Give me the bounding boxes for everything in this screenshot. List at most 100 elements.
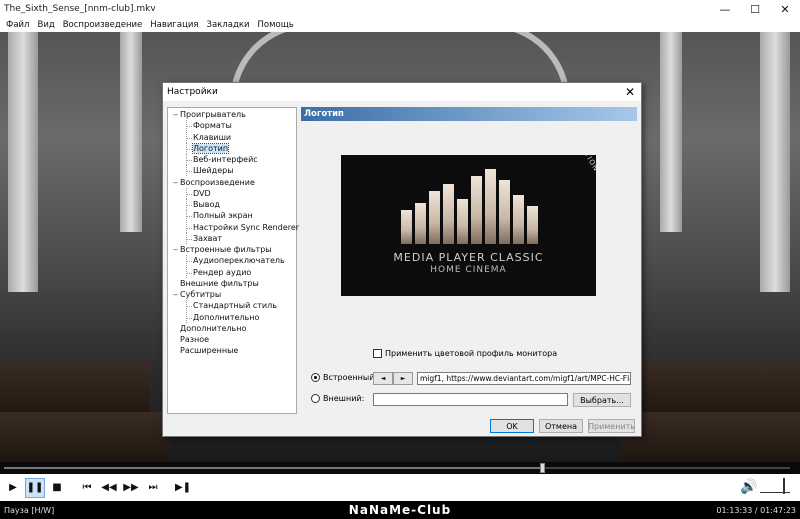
builtin-logo-option[interactable]: Встроенный: — [311, 373, 377, 382]
tree-item[interactable]: Рендер аудио — [168, 266, 296, 278]
menu-navigate[interactable]: Навигация — [146, 20, 202, 30]
logo-bar — [471, 176, 482, 244]
page-title: Логотип — [301, 107, 637, 121]
tree-item-label: Дополнительно — [193, 312, 260, 322]
logo-bar — [513, 195, 524, 244]
window-title: The_Sixth_Sense_[nnm-club].mkv — [4, 4, 156, 14]
logo-bar — [415, 203, 426, 244]
dialog-title-bar: Настройки ✕ — [163, 83, 641, 101]
tree-item[interactable]: Шейдеры — [168, 165, 296, 177]
tree-item[interactable]: Дополнительно — [168, 311, 296, 323]
tree-item[interactable]: Настройки Sync Renderer — [168, 221, 299, 233]
tree-item-label: Захват — [193, 233, 223, 243]
next-icon[interactable]: ⏭ — [143, 478, 163, 498]
tree-item[interactable]: Логотип — [168, 142, 296, 154]
logo-bar — [443, 184, 454, 244]
seek-track[interactable] — [4, 467, 790, 469]
tree-item[interactable]: Разное — [168, 334, 296, 345]
playback-state: Пауза [H/W] — [4, 505, 55, 515]
tree-item-label: Рендер аудио — [193, 267, 252, 277]
tree-item-label: Встроенные фильтры — [180, 245, 272, 254]
menu-favorites[interactable]: Закладки — [203, 20, 254, 30]
tree-item-label: Шейдеры — [193, 166, 234, 176]
tree-item-label: Аудиопереключатель — [193, 256, 285, 266]
tree-item[interactable]: Аудиопереключатель — [168, 255, 296, 267]
video-pillar — [660, 32, 682, 232]
external-logo-field[interactable] — [373, 393, 568, 406]
video-pillar — [8, 32, 38, 292]
external-radio[interactable] — [311, 394, 320, 403]
logo-bar — [499, 180, 510, 244]
stop-icon[interactable]: ■ — [47, 478, 67, 498]
tree-item-label: Проигрыватель — [180, 110, 246, 119]
tree-item-label: Внешние фильтры — [180, 278, 259, 288]
menu-bar: Файл Вид Воспроизведение Навигация Закла… — [0, 18, 800, 32]
logo-prev-button[interactable]: ◄ — [373, 372, 393, 385]
speaker-icon[interactable]: 🔊 — [740, 479, 760, 495]
time-display: 01:13:33 / 01:47:23 — [716, 505, 796, 515]
tree-item[interactable]: Веб-интерфейс — [168, 154, 296, 166]
tree-item[interactable]: Дополнительно — [168, 323, 296, 334]
browse-button[interactable]: Выбрать... — [573, 393, 631, 407]
video-pillar — [120, 32, 142, 232]
tree-item-label: Расширенные — [180, 346, 239, 356]
tree-item[interactable]: − Встроенные фильтры — [168, 244, 296, 255]
tree-item[interactable]: Клавиши — [168, 131, 296, 143]
menu-view[interactable]: Вид — [33, 20, 58, 30]
seek-bar[interactable] — [0, 462, 800, 474]
tree-item-label: Дополнительно — [180, 323, 247, 333]
logo-preview: x64 EDITION MEDIA PLAYER CLASSIC HOME CI… — [341, 155, 596, 296]
menu-play[interactable]: Воспроизведение — [59, 20, 147, 30]
menu-help[interactable]: Помощь — [254, 20, 298, 30]
cancel-button[interactable]: Отмена — [539, 419, 583, 433]
video-pew — [0, 412, 170, 462]
tree-item[interactable]: Вывод — [168, 199, 296, 211]
builtin-radio[interactable] — [311, 373, 320, 382]
external-logo-option[interactable]: Внешний: — [311, 394, 364, 403]
tree-item[interactable]: − Проигрыватель — [168, 109, 296, 120]
tree-item-label: Воспроизведение — [180, 177, 255, 187]
volume-slider[interactable] — [760, 478, 794, 496]
dialog-close-icon[interactable]: ✕ — [619, 85, 641, 99]
settings-tree[interactable]: − Проигрыватель Форматы Клавиши Логотип Веб-и… — [167, 107, 299, 414]
logo-bars — [401, 169, 538, 244]
pause-icon[interactable]: ❚❚ — [25, 477, 45, 498]
logo-next-button[interactable]: ► — [393, 372, 413, 385]
play-icon[interactable]: ▶ — [3, 478, 23, 498]
seek-thumb[interactable] — [540, 463, 545, 473]
status-bar: Пауза [H/W] 01:13:33 / 01:47:23 NaNaMe-C… — [0, 501, 800, 519]
rewind-icon[interactable]: ◀◀ — [99, 478, 119, 498]
frame-step-icon[interactable]: ▶❚ — [173, 478, 193, 498]
playback-controls: ▶ ❚❚ ■ ⏮ ◀◀ ▶▶ ⏭ ▶❚ 🔊 — [0, 474, 800, 501]
logo-edition-label: x64 EDITION — [565, 155, 596, 173]
minimize-button[interactable]: — — [710, 0, 740, 18]
tree-item[interactable]: Стандартный стиль — [168, 300, 296, 312]
tree-item[interactable]: Расширенные — [168, 345, 296, 356]
tree-item-label: Разное — [180, 335, 210, 344]
color-profile-option[interactable]: Применить цветовой профиль монитора — [373, 349, 557, 358]
apply-button[interactable]: Применить — [588, 419, 635, 433]
tree-item[interactable]: Захват — [168, 232, 296, 244]
tree-item[interactable]: Внешние фильтры — [168, 278, 296, 289]
volume-thumb[interactable] — [783, 478, 785, 494]
menu-file[interactable]: Файл — [2, 20, 33, 30]
tree-item[interactable]: − Субтитры — [168, 289, 296, 300]
tree-item-label: Полный экран — [193, 211, 253, 221]
maximize-button[interactable]: ☐ — [740, 0, 770, 18]
settings-dialog: Настройки ✕ − Проигрыватель Форматы Клавиши… — [162, 82, 642, 437]
close-button[interactable]: ✕ — [770, 0, 800, 18]
color-profile-checkbox[interactable] — [373, 349, 382, 358]
tree-item-label: Клавиши — [193, 132, 232, 142]
video-pillar — [760, 32, 790, 292]
ok-button[interactable]: OK — [490, 419, 534, 433]
seek-progress — [4, 467, 542, 469]
previous-icon[interactable]: ⏮ — [77, 478, 97, 498]
fast-forward-icon[interactable]: ▶▶ — [121, 478, 141, 498]
tree-item[interactable]: DVD — [168, 187, 296, 199]
tree-item-label: Вывод — [193, 200, 220, 209]
tree-item[interactable]: − Воспроизведение — [168, 177, 296, 188]
tree-item[interactable]: Форматы — [168, 120, 296, 132]
builtin-logo-field[interactable]: migf1, https://www.deviantart.com/migf1/… — [417, 372, 631, 385]
tree-item[interactable]: Полный экран — [168, 210, 296, 222]
builtin-label: Встроенный: — [323, 373, 378, 382]
